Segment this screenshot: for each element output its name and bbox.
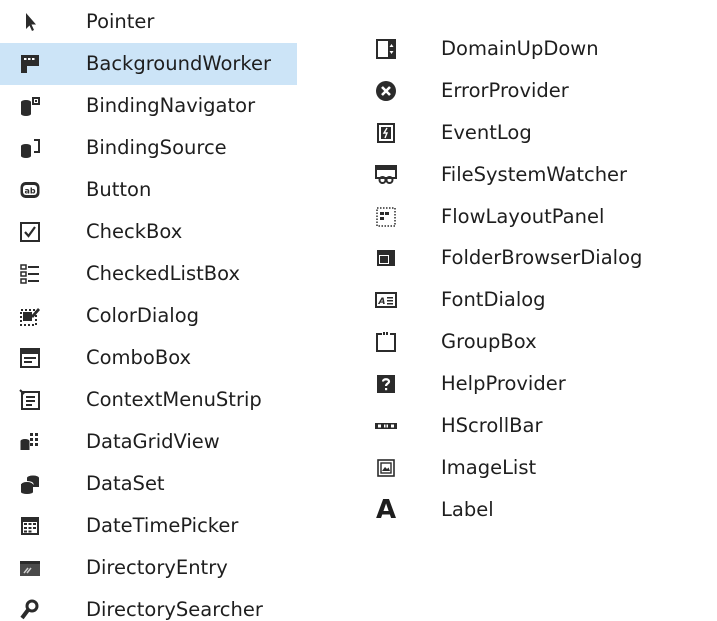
toolbox-left-column: Pointer BackgroundWorker BindingNavigato… [0, 1, 300, 621]
checked-list-box-icon [18, 262, 42, 286]
background-worker-icon [18, 52, 42, 76]
toolbox-item-dataset[interactable]: DataSet [0, 463, 297, 505]
toolbox-item-label: CheckedListBox [86, 262, 241, 285]
binding-navigator-icon [18, 94, 42, 118]
toolbox-item-fontdialog[interactable]: A FontDialog [372, 279, 717, 321]
toolbox-item-domainupdown[interactable]: DomainUpDown [372, 28, 717, 70]
toolbox-item-backgroundworker[interactable]: BackgroundWorker [0, 43, 297, 85]
date-time-picker-icon [18, 514, 42, 538]
label-icon-glyph: A [375, 494, 397, 525]
help-provider-icon [374, 372, 398, 396]
toolbox-item-label: DataGridView [86, 430, 220, 453]
toolbox-item-label: HelpProvider [441, 372, 566, 396]
image-list-icon [374, 456, 398, 480]
directory-searcher-icon [18, 598, 42, 621]
file-system-watcher-icon [374, 163, 398, 187]
toolbox-item-label: HScrollBar [441, 413, 543, 437]
toolbox-item-label-control[interactable]: A Label [372, 489, 717, 531]
toolbox-item-label: ComboBox [86, 346, 192, 369]
toolbox-item-label: DataSet [86, 472, 165, 495]
toolbox-item-errorprovider[interactable]: ErrorProvider [372, 70, 717, 112]
domain-up-down-icon [374, 37, 398, 61]
toolbox-item-groupbox[interactable]: GroupBox [372, 321, 717, 363]
error-provider-icon [374, 79, 398, 103]
binding-source-icon [18, 136, 42, 160]
toolbox-item-datetimepicker[interactable]: DateTimePicker [0, 505, 297, 547]
hscrollbar-icon [374, 414, 398, 438]
directory-entry-icon [18, 556, 42, 580]
toolbox-item-pointer[interactable]: Pointer [0, 1, 297, 43]
toolbox-item-folderbrowserdialog[interactable]: FolderBrowserDialog [372, 237, 717, 279]
toolbox-item-eventlog[interactable]: EventLog [372, 112, 717, 154]
toolbox-item-label: DateTimePicker [86, 514, 239, 537]
color-dialog-icon [18, 304, 42, 328]
toolbox-item-filesystemwatcher[interactable]: FileSystemWatcher [372, 154, 717, 196]
toolbox-item-colordialog[interactable]: ColorDialog [0, 295, 297, 337]
toolbox-item-label: FontDialog [441, 288, 546, 312]
toolbox-item-label: ErrorProvider [441, 78, 569, 102]
toolbox-item-label: Button [86, 178, 152, 201]
toolbox-item-label: BindingNavigator [86, 94, 256, 117]
toolbox-item-bindingsource[interactable]: BindingSource [0, 127, 297, 169]
toolbox-item-checkedlistbox[interactable]: CheckedListBox [0, 253, 297, 295]
toolbox-item-label: CheckBox [86, 220, 183, 243]
font-dialog-icon: A [374, 288, 398, 312]
toolbox-item-label: ColorDialog [86, 304, 200, 327]
toolbox-item-directoryentry[interactable]: DirectoryEntry [0, 547, 297, 589]
toolbox-item-contextmenustrip[interactable]: ContextMenuStrip [0, 379, 297, 421]
toolbox-item-label: ImageList [441, 455, 537, 479]
toolbox-item-label: FileSystemWatcher [441, 162, 628, 186]
toolbox-item-label: BackgroundWorker [86, 52, 272, 75]
flow-layout-panel-icon [374, 205, 398, 229]
toolbox-item-label: DirectorySearcher [86, 598, 263, 621]
group-box-icon [374, 330, 398, 354]
toolbox-panel: Pointer BackgroundWorker BindingNavigato… [0, 0, 717, 621]
toolbox-item-button[interactable]: ab Button [0, 169, 297, 211]
toolbox-item-flowlayoutpanel[interactable]: FlowLayoutPanel [372, 196, 717, 238]
context-menu-strip-icon [18, 388, 42, 412]
toolbox-item-label: GroupBox [441, 330, 537, 354]
toolbox-right-column: DomainUpDown ErrorProvider EventLog File… [372, 28, 717, 531]
label-icon: A [374, 494, 398, 525]
toolbox-item-directorysearcher[interactable]: DirectorySearcher [0, 589, 297, 621]
folder-browser-dialog-icon [374, 246, 398, 270]
toolbox-item-label: Label [441, 497, 494, 521]
toolbox-item-label: EventLog [441, 120, 532, 144]
toolbox-item-imagelist[interactable]: ImageList [372, 447, 717, 489]
toolbox-item-checkbox[interactable]: CheckBox [0, 211, 297, 253]
toolbox-item-label: DirectoryEntry [86, 556, 228, 579]
toolbox-item-bindingnavigator[interactable]: BindingNavigator [0, 85, 297, 127]
toolbox-item-label: Pointer [86, 10, 155, 33]
button-icon: ab [18, 178, 42, 202]
dataset-icon [18, 472, 42, 496]
combobox-icon [18, 346, 42, 370]
checkbox-icon [18, 220, 42, 244]
toolbox-item-combobox[interactable]: ComboBox [0, 337, 297, 379]
toolbox-item-label: FlowLayoutPanel [441, 204, 605, 228]
data-grid-view-icon [18, 430, 42, 454]
event-log-icon [374, 121, 398, 145]
pointer-icon [18, 10, 42, 34]
toolbox-item-label: FolderBrowserDialog [441, 246, 643, 270]
toolbox-item-label: DomainUpDown [441, 36, 599, 60]
toolbox-item-hscrollbar[interactable]: HScrollBar [372, 405, 717, 447]
svg-text:A: A [378, 297, 386, 307]
toolbox-item-label: ContextMenuStrip [86, 388, 262, 411]
toolbox-item-helpprovider[interactable]: HelpProvider [372, 363, 717, 405]
toolbox-item-datagridview[interactable]: DataGridView [0, 421, 297, 463]
toolbox-item-label: BindingSource [86, 136, 227, 159]
svg-text:ab: ab [24, 187, 35, 196]
